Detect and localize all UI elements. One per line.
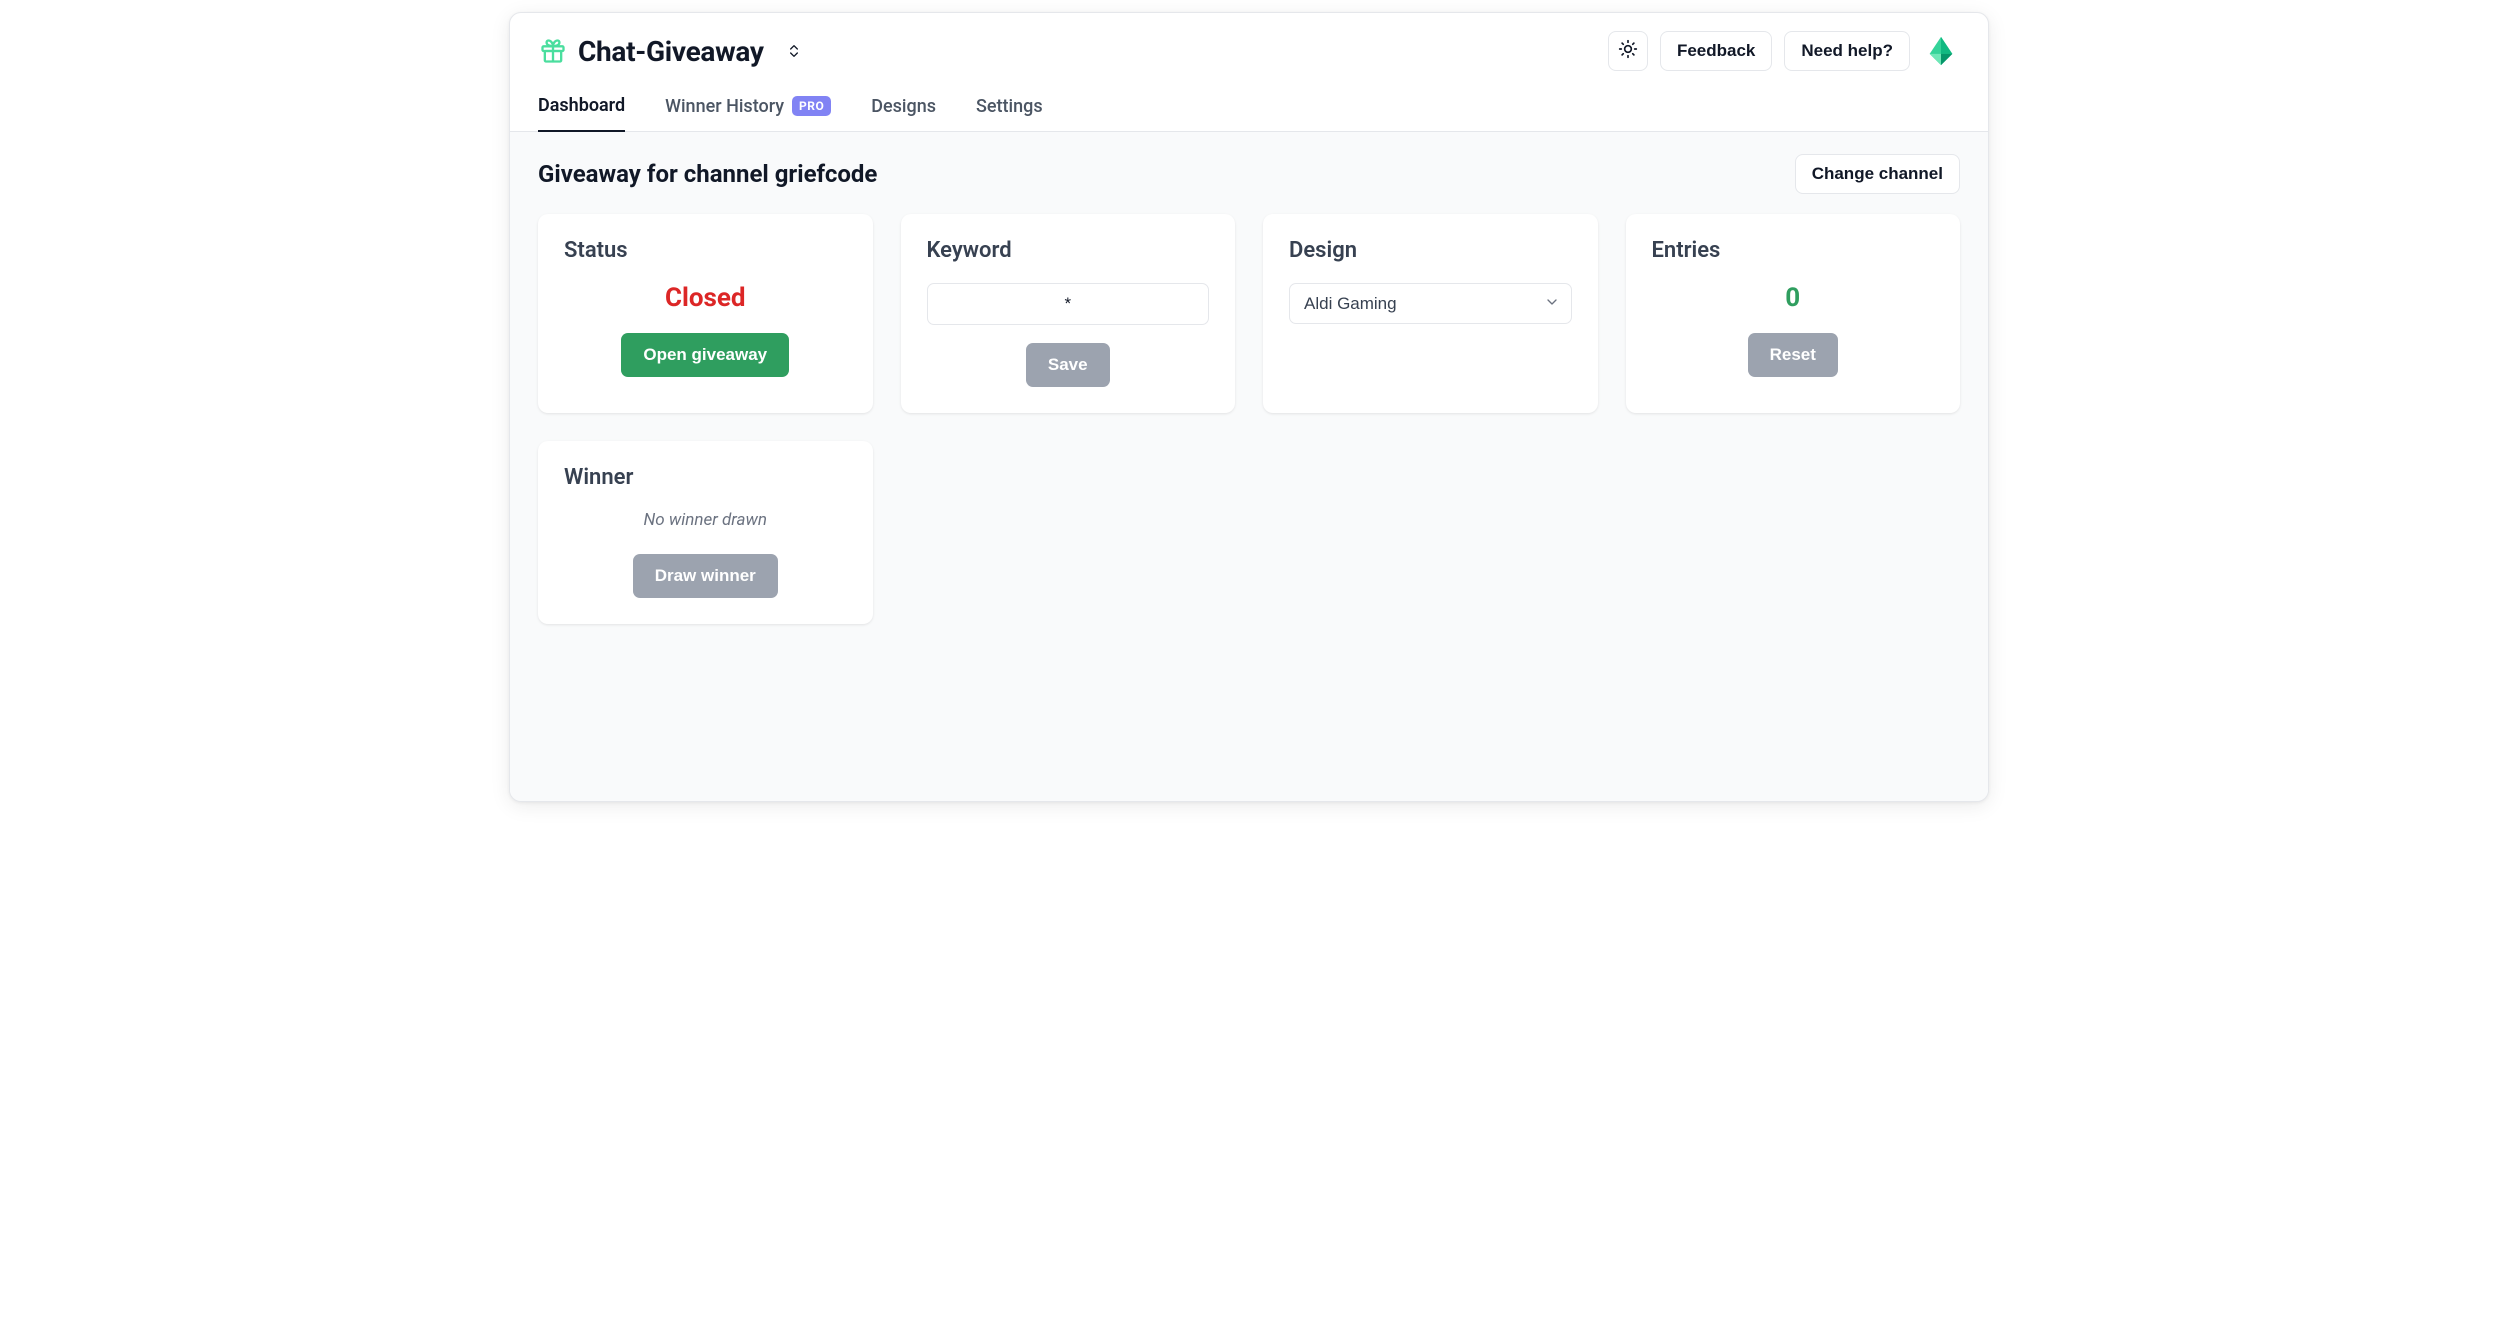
header: Chat-Giveaway bbox=[510, 13, 1988, 75]
entries-count: 0 bbox=[1785, 283, 1800, 313]
avatar[interactable] bbox=[1922, 32, 1960, 70]
entries-card: Entries 0 Reset bbox=[1626, 214, 1961, 413]
status-card: Status Closed Open giveaway bbox=[538, 214, 873, 413]
status-value: Closed bbox=[665, 283, 746, 313]
theme-toggle-button[interactable] bbox=[1608, 31, 1648, 71]
tab-label: Designs bbox=[871, 96, 936, 117]
design-select[interactable]: Aldi Gaming bbox=[1289, 283, 1572, 324]
winner-empty-text: No winner drawn bbox=[644, 510, 767, 530]
page-head: Giveaway for channel griefcode Change ch… bbox=[538, 154, 1960, 194]
tab-settings[interactable]: Settings bbox=[976, 95, 1043, 131]
pro-badge: PRO bbox=[792, 96, 831, 116]
save-button[interactable]: Save bbox=[1026, 343, 1110, 387]
card-title: Winner bbox=[564, 465, 633, 490]
card-title: Keyword bbox=[927, 238, 1012, 263]
design-select-wrap: Aldi Gaming bbox=[1289, 283, 1572, 324]
cards-row-1: Status Closed Open giveaway Keyword Save… bbox=[538, 214, 1960, 413]
gift-icon bbox=[538, 36, 568, 66]
card-title: Entries bbox=[1652, 238, 1721, 263]
card-title: Status bbox=[564, 238, 628, 263]
content: Giveaway for channel griefcode Change ch… bbox=[510, 132, 1988, 801]
change-channel-button[interactable]: Change channel bbox=[1795, 154, 1960, 194]
header-actions: Feedback Need help? bbox=[1608, 31, 1960, 71]
tab-label: Settings bbox=[976, 96, 1043, 117]
reset-button[interactable]: Reset bbox=[1748, 333, 1838, 377]
tab-designs[interactable]: Designs bbox=[871, 95, 936, 131]
card-title: Design bbox=[1289, 238, 1357, 263]
page-title: Giveaway for channel griefcode bbox=[538, 160, 877, 188]
keyword-card: Keyword Save bbox=[901, 214, 1236, 413]
brand[interactable]: Chat-Giveaway bbox=[538, 35, 804, 68]
help-button[interactable]: Need help? bbox=[1784, 31, 1910, 71]
tabs: Dashboard Winner History PRO Designs Set… bbox=[510, 75, 1988, 132]
keyword-input[interactable] bbox=[927, 283, 1210, 325]
open-giveaway-button[interactable]: Open giveaway bbox=[621, 333, 789, 377]
tab-winner-history[interactable]: Winner History PRO bbox=[665, 95, 831, 131]
chevron-up-down-icon[interactable] bbox=[784, 41, 804, 61]
design-card: Design Aldi Gaming bbox=[1263, 214, 1598, 413]
sun-icon bbox=[1618, 39, 1638, 64]
tab-label: Dashboard bbox=[538, 95, 625, 116]
draw-winner-button[interactable]: Draw winner bbox=[633, 554, 778, 598]
app-window: Chat-Giveaway bbox=[509, 12, 1989, 802]
cards-row-2: Winner No winner drawn Draw winner bbox=[538, 441, 1960, 624]
tab-dashboard[interactable]: Dashboard bbox=[538, 95, 625, 132]
winner-card: Winner No winner drawn Draw winner bbox=[538, 441, 873, 624]
feedback-button[interactable]: Feedback bbox=[1660, 31, 1772, 71]
app-title: Chat-Giveaway bbox=[578, 35, 764, 68]
tab-label: Winner History bbox=[665, 96, 784, 117]
